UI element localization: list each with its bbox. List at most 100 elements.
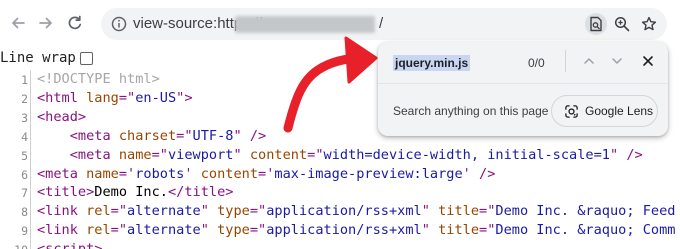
code-text: <meta charset="UTF-8" /> (37, 128, 266, 144)
code-token: =" (307, 146, 324, 163)
find-divider (378, 83, 668, 84)
zoom-button[interactable] (611, 13, 633, 35)
google-lens-icon (565, 105, 578, 118)
back-button[interactable] (6, 11, 30, 35)
find-next-button[interactable] (606, 50, 628, 72)
code-token: =' (118, 165, 136, 182)
find-hint-text: Search anything on this page (393, 104, 549, 118)
find-input[interactable]: jquery.min.js (393, 55, 471, 71)
code-token: =" (118, 89, 136, 106)
find-bar: jquery.min.js 0/0 Search anything on thi… (378, 42, 668, 136)
line-wrap-toggle[interactable]: Line wrap (0, 49, 93, 67)
forward-arrow-icon (39, 17, 52, 29)
find-separator (565, 50, 566, 72)
zoom-icon (614, 16, 630, 32)
code-token: ' /> (462, 165, 496, 182)
line-number: 3 (21, 110, 28, 125)
code-token: en-US (135, 89, 177, 106)
code-token: rel (86, 222, 111, 239)
code-token: max-image-preview:large (274, 165, 463, 182)
line-number: 5 (21, 148, 28, 163)
line-number: 4 (21, 129, 28, 144)
code-token: =" (176, 127, 193, 144)
google-lens-button[interactable]: Google Lens (551, 95, 658, 127)
code-text: <link rel="alternate" type="application/… (37, 203, 675, 219)
code-token: rel (86, 203, 111, 220)
code-token: <title> (37, 184, 95, 201)
bookmark-star-icon (641, 16, 657, 31)
find-down-icon (612, 58, 622, 64)
source-line: 5 <meta name="viewport" content="width=d… (0, 146, 680, 166)
code-token: title (438, 203, 480, 220)
code-token: <link (37, 203, 87, 220)
find-close-icon (643, 56, 653, 66)
code-token: " (421, 203, 439, 220)
find-match-count: 0/0 (528, 56, 545, 70)
code-token: =" (249, 222, 267, 239)
source-line: 10 <script> (0, 240, 680, 249)
line-wrap-label: Line wrap (0, 50, 76, 66)
code-text: <html lang="en-US"> (37, 90, 193, 106)
line-number: 10 (0, 243, 28, 249)
code-token: application/rss+xml (266, 222, 422, 239)
code-token: Demo Inc. (94, 184, 168, 201)
code-token: " (233, 146, 250, 163)
code-token: <meta (37, 165, 87, 182)
code-token: lang (86, 89, 119, 106)
code-token: type (217, 222, 250, 239)
code-token: " /> (233, 127, 267, 144)
code-text: <meta name="viewport" content="width=dev… (37, 147, 643, 163)
code-token: " /> (609, 146, 643, 163)
code-token: <link (37, 222, 87, 239)
page-search-icon (590, 16, 602, 32)
find-up-icon (584, 58, 594, 64)
reload-icon (68, 15, 82, 30)
line-number: 1 (21, 73, 28, 87)
address-bar[interactable]: view-source:https:// / (101, 8, 667, 40)
code-token: content (200, 165, 259, 182)
code-token: =" (110, 203, 128, 220)
page-search-button[interactable] (585, 13, 607, 35)
code-token: content (249, 146, 308, 163)
code-token: =" (249, 203, 267, 220)
source-line: 6 <meta name='robots' content='max-image-… (0, 165, 680, 185)
code-token: name (118, 146, 152, 163)
find-close-button[interactable] (637, 50, 659, 72)
code-token: ' (184, 165, 201, 182)
code-token: " (421, 222, 439, 239)
code-token: type (217, 203, 250, 220)
reload-button[interactable] (63, 11, 87, 35)
code-token: " (200, 203, 218, 220)
line-number: 6 (21, 167, 28, 182)
line-number: 9 (21, 224, 28, 239)
code-token: <html (37, 89, 87, 106)
code-token: " (200, 222, 218, 239)
back-arrow-icon (12, 17, 25, 29)
code-token: <script> (37, 241, 102, 249)
code-text: <title>Demo Inc.</title> (37, 184, 233, 200)
source-line: 9 <link rel="alternate" type="application… (0, 221, 680, 241)
code-token: robots (135, 165, 185, 182)
url-suffix: / (379, 15, 384, 32)
code-token: <!DOCTYPE html> (37, 71, 160, 87)
url-redacted (235, 16, 375, 33)
code-token: application/rss+xml (266, 203, 422, 220)
find-previous-button[interactable] (578, 50, 600, 72)
code-token: viewport (167, 146, 234, 163)
code-text: <head> (37, 109, 86, 125)
site-info-icon[interactable] (111, 16, 127, 32)
code-token: UTF-8 (192, 127, 234, 144)
source-line: 7 <title>Demo Inc.</title> (0, 183, 680, 203)
line-number: 7 (21, 186, 28, 201)
code-token: <head> (37, 108, 87, 125)
code-token: name (86, 165, 119, 182)
code-token: =' (258, 165, 275, 182)
line-wrap-checkbox[interactable] (79, 51, 93, 65)
code-token: =" (479, 222, 496, 239)
forward-button[interactable] (34, 11, 58, 35)
bookmark-button[interactable] (638, 13, 660, 35)
code-text: <meta name='robots' content='max-image-p… (37, 166, 495, 182)
code-token: "> (176, 89, 193, 106)
code-token: Demo Inc. &raquo; Comm (495, 222, 676, 239)
